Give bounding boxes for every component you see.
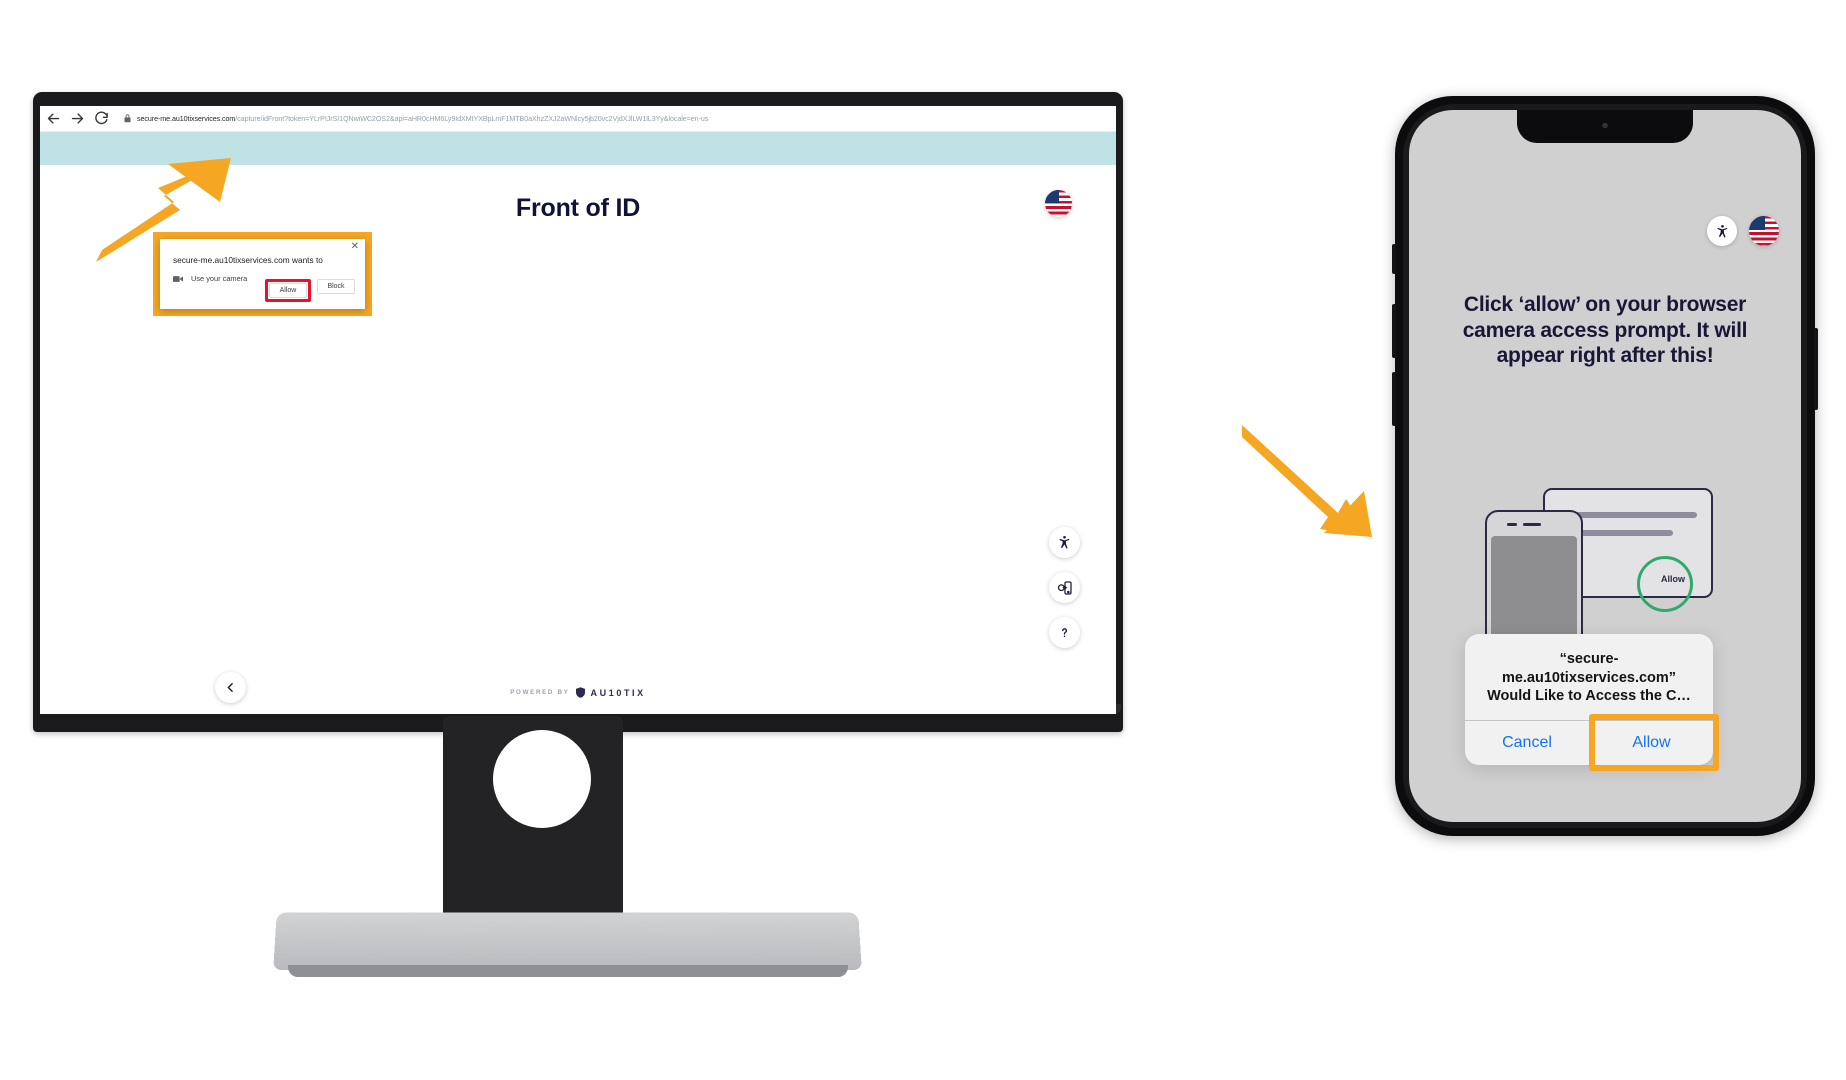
orange-arrow-pointing-to-allow [96,158,231,262]
close-x-icon[interactable]: ✕ [351,242,359,252]
monitor-base-edge [288,965,848,977]
browser-forward-icon[interactable] [70,111,85,126]
browser-toolbar: secure-me.au10tixservices.com/capture/id… [40,106,1116,132]
permission-item-label: Use your camera [191,274,248,283]
monitor-neck-cutout [493,730,591,828]
browser-reload-icon[interactable] [94,111,109,126]
us-flag-icon [1045,190,1072,217]
mobile-instruction-heading: Click ‘allow’ on your browser camera acc… [1462,293,1748,367]
help-button[interactable] [1049,617,1080,648]
screenshot-root: secure-me.au10tixservices.com/capture/id… [0,0,1846,1080]
illustration-allow-label: Allow [1661,574,1685,584]
lock-icon [124,114,131,123]
mobile-phone: Click ‘allow’ on your browser camera acc… [1392,96,1818,836]
switch-to-mobile-button[interactable] [1049,572,1080,603]
face-id-sensor-icon [1602,122,1608,129]
permission-item-row: Use your camera [173,274,247,283]
phone-screen: Click ‘allow’ on your browser camera acc… [1409,110,1801,822]
phone-mute-switch[interactable] [1392,244,1396,274]
allow-button-outline: Allow [265,279,311,302]
ios-allow-button[interactable]: Allow [1589,720,1713,765]
brand-name: AU10TIX [590,687,646,698]
desktop-powered-by: POWERED BY AU10TIX [40,687,1116,698]
illustration-allow-ring [1637,556,1693,612]
mobile-language-flag-button[interactable] [1749,216,1779,246]
block-button[interactable]: Block [317,279,355,294]
powered-by-label: POWERED BY [510,689,570,696]
accessibility-button[interactable] [1049,527,1080,558]
language-flag-button[interactable] [1045,190,1072,217]
permission-dialog-actions: Allow Block [265,279,355,302]
phone-notch [1517,110,1693,143]
ios-cancel-button[interactable]: Cancel [1465,721,1589,765]
mobile-accessibility-button[interactable] [1707,216,1737,246]
url-path: /capture/idFront?token=YLrPIJrSI1QNwiWC2… [235,114,709,123]
accessibility-person-icon [1059,535,1070,549]
url-domain: secure-me.au10tixservices.com [137,114,236,123]
browser-address-bar[interactable]: secure-me.au10tixservices.com/capture/id… [118,110,1110,127]
ios-camera-permission-alert: “secure-me.au10tixservices.com” Would Li… [1465,634,1719,771]
camera-icon [173,275,183,282]
phone-volume-up-button[interactable] [1392,304,1396,358]
accessibility-person-icon [1717,224,1727,237]
ios-alert-actions: Cancel Allow [1465,719,1713,765]
us-flag-icon [1749,216,1779,246]
mobile-top-actions [1707,216,1779,246]
address-bar-url: secure-me.au10tixservices.com/capture/id… [137,115,708,123]
browser-back-icon[interactable] [46,111,61,126]
phone-volume-down-button[interactable] [1392,372,1396,426]
orange-arrow-pointing-to-allow-mobile [1242,425,1372,537]
monitor-base [273,912,862,971]
phone-power-button[interactable] [1814,328,1818,410]
page-side-actions [1049,527,1080,648]
ios-alert-message: “secure-me.au10tixservices.com” Would Li… [1487,651,1691,704]
shield-icon [575,687,585,698]
allow-button[interactable]: Allow [269,283,307,298]
switch-to-mobile-icon [1057,580,1072,595]
question-mark-icon [1062,628,1068,637]
